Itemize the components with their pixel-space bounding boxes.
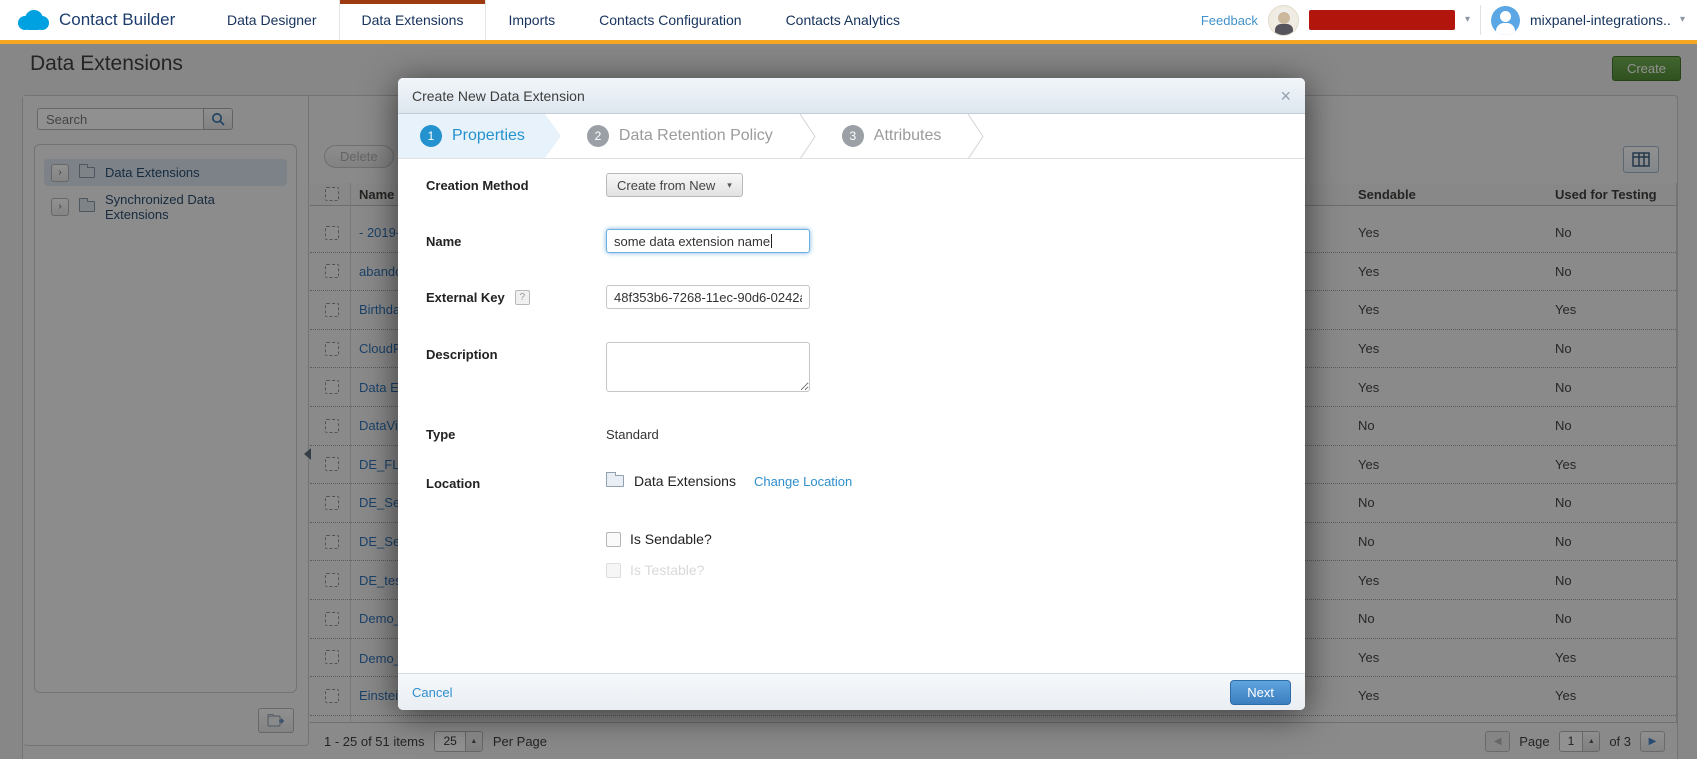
is-sendable-checkbox[interactable] [606, 532, 621, 547]
feedback-link[interactable]: Feedback [1201, 13, 1258, 28]
is-sendable-label: Is Sendable? [630, 531, 712, 547]
salesforce-cloud-icon [14, 8, 50, 32]
step-separator [967, 114, 984, 158]
primary-nav: Data Designer Data Extensions Imports Co… [205, 0, 922, 40]
step-label: Attributes [874, 127, 942, 145]
step-label: Properties [452, 127, 525, 145]
is-testable-row: Is Testable? [606, 562, 704, 578]
location-label: Location [426, 471, 606, 491]
creation-method-value: Create from New [617, 178, 715, 193]
cancel-link[interactable]: Cancel [412, 685, 452, 700]
creation-method-label: Creation Method [426, 173, 606, 193]
help-icon[interactable]: ? [515, 290, 530, 305]
close-icon[interactable]: × [1280, 87, 1291, 105]
type-value: Standard [606, 422, 659, 442]
step-properties[interactable]: 1 Properties [398, 114, 561, 158]
modal-header: Create New Data Extension × [398, 78, 1305, 114]
nav-item-data-designer[interactable]: Data Designer [205, 0, 339, 40]
nav-item-data-extensions[interactable]: Data Extensions [339, 0, 487, 40]
name-label: Name [426, 229, 606, 249]
location-row: Location Data Extensions Change Location [426, 471, 852, 491]
modal-footer: Cancel Next [398, 673, 1305, 710]
description-textarea[interactable] [606, 342, 810, 392]
type-label: Type [426, 422, 606, 442]
user-avatar-icon[interactable] [1491, 6, 1520, 35]
chevron-down-icon: ▾ [727, 181, 732, 190]
nav-right-cluster: Feedback ▾ mixpanel-integrations... ▾ [1201, 0, 1697, 40]
location-value: Data Extensions [634, 473, 736, 489]
external-key-label: External Key ? [426, 285, 606, 305]
create-data-extension-modal: Create New Data Extension × 1 Properties… [398, 78, 1305, 710]
description-label: Description [426, 342, 606, 362]
change-location-link[interactable]: Change Location [754, 474, 852, 489]
external-key-row: External Key ? [426, 285, 810, 309]
app-title: Contact Builder [59, 10, 175, 30]
nav-item-contacts-configuration[interactable]: Contacts Configuration [577, 0, 763, 40]
description-row: Description [426, 342, 810, 392]
is-testable-label: Is Testable? [630, 562, 704, 578]
external-key-label-text: External Key [426, 290, 505, 305]
is-sendable-row: Is Sendable? [606, 531, 712, 547]
step-number-badge: 2 [587, 125, 609, 147]
top-nav: Contact Builder Data Designer Data Exten… [0, 0, 1697, 44]
folder-icon [606, 475, 624, 487]
text-cursor [771, 234, 772, 248]
step-number-badge: 3 [842, 125, 864, 147]
step-number-badge: 1 [420, 125, 442, 147]
chevron-down-icon[interactable]: ▾ [1465, 15, 1470, 25]
name-row: Name some data extension name [426, 229, 810, 253]
creation-method-row: Creation Method Create from New ▾ [426, 173, 743, 197]
einstein-avatar[interactable] [1268, 5, 1299, 36]
external-key-input[interactable] [606, 285, 810, 309]
nav-divider [1480, 5, 1481, 35]
step-label: Data Retention Policy [619, 127, 773, 145]
name-input[interactable]: some data extension name [606, 229, 810, 253]
modal-title: Create New Data Extension [412, 88, 585, 104]
name-value: some data extension name [614, 234, 770, 249]
nav-item-contacts-analytics[interactable]: Contacts Analytics [764, 0, 922, 40]
creation-method-dropdown[interactable]: Create from New ▾ [606, 173, 743, 197]
nav-item-imports[interactable]: Imports [486, 0, 577, 40]
type-row: Type Standard [426, 422, 659, 442]
step-data-retention-policy[interactable]: 2 Data Retention Policy [561, 114, 799, 158]
modal-steps: 1 Properties 2 Data Retention Policy 3 A… [398, 114, 1305, 159]
app-brand: Contact Builder [0, 0, 205, 40]
is-testable-checkbox [606, 563, 621, 578]
step-attributes[interactable]: 3 Attributes [816, 114, 968, 158]
redacted-account-selector[interactable] [1309, 10, 1455, 30]
next-button[interactable]: Next [1230, 680, 1291, 705]
modal-body: Creation Method Create from New ▾ Name s… [398, 159, 1305, 673]
user-name: mixpanel-integrations... [1530, 12, 1670, 28]
step-separator [799, 114, 816, 158]
user-menu-chevron-down-icon[interactable]: ▾ [1680, 15, 1685, 25]
